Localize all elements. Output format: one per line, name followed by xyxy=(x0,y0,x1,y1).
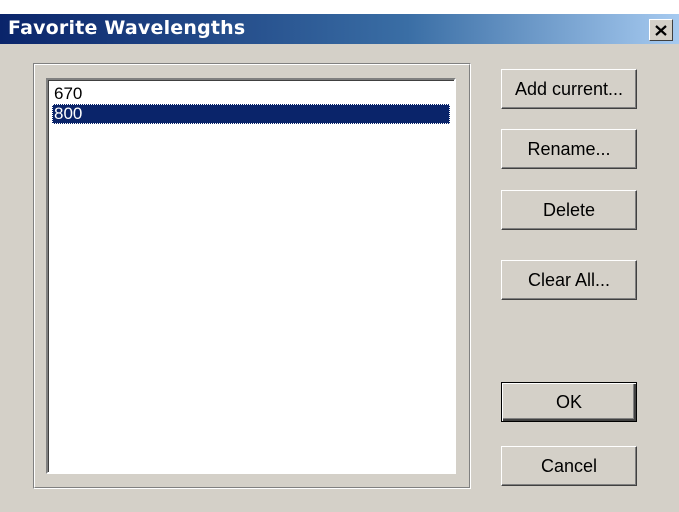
list-item-800[interactable]: 800 xyxy=(52,104,450,124)
title-bar[interactable]: Favorite Wavelengths xyxy=(0,14,679,44)
rename-button[interactable]: Rename... xyxy=(501,129,637,169)
close-button[interactable] xyxy=(649,19,673,41)
add-current-button[interactable]: Add current... xyxy=(501,69,637,109)
favorite-wavelengths-dialog: Favorite Wavelengths 670 800 Add current… xyxy=(0,14,679,512)
dialog-title: Favorite Wavelengths xyxy=(8,17,246,39)
close-icon xyxy=(655,24,667,36)
delete-button[interactable]: Delete xyxy=(501,190,637,230)
list-item-670[interactable]: 670 xyxy=(52,84,450,104)
cancel-button[interactable]: Cancel xyxy=(501,446,637,486)
clear-all-button[interactable]: Clear All... xyxy=(501,260,637,300)
cropped-top-area xyxy=(0,0,679,14)
ok-button[interactable]: OK xyxy=(501,382,637,422)
wavelength-list[interactable]: 670 800 xyxy=(46,78,456,474)
